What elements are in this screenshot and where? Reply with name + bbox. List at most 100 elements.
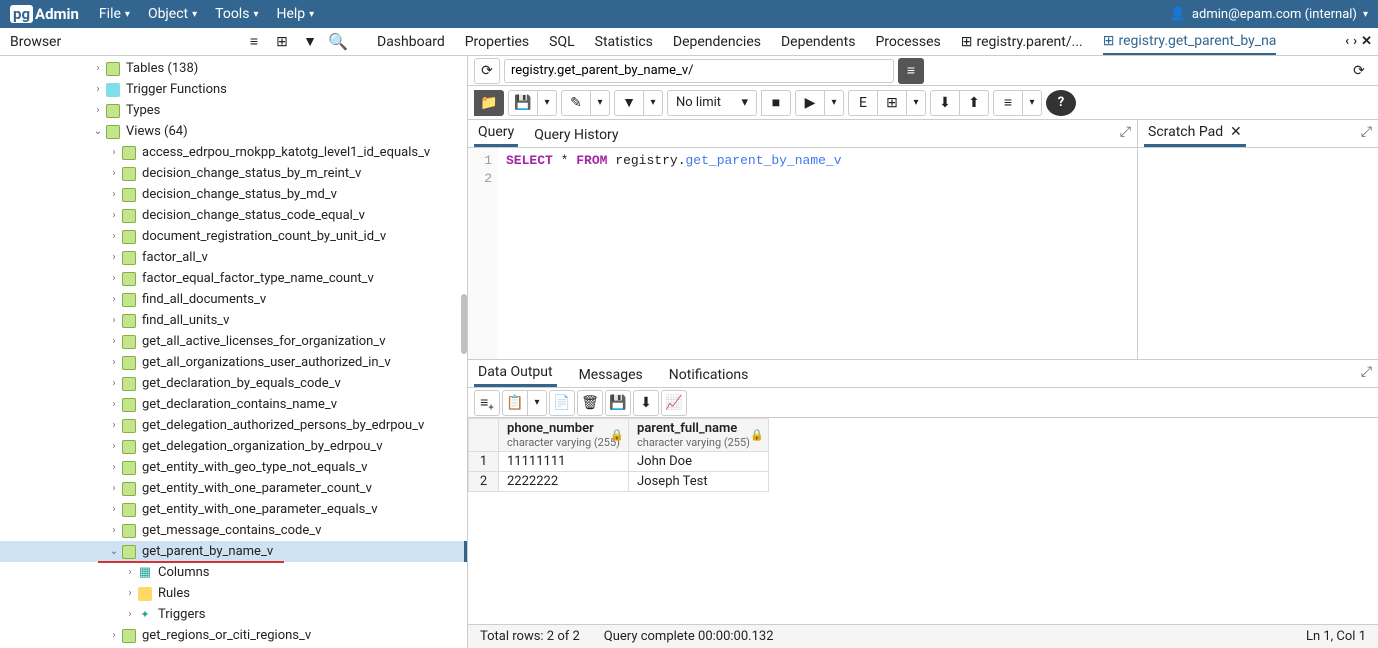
stop-icon[interactable]: ■ <box>761 90 791 116</box>
tree-columns[interactable]: ›▦Columns <box>0 562 467 583</box>
rollback-icon[interactable]: ⬆ <box>959 90 989 116</box>
collapse-icon[interactable]: ⌄ <box>92 126 104 137</box>
tab-registry-get-parent[interactable]: ⊞registry.get_parent_by_na <box>1103 28 1277 55</box>
row-number-cell[interactable]: 2 <box>469 472 499 492</box>
close-icon[interactable]: ✕ <box>1230 124 1242 140</box>
tree-view-item[interactable]: ›factor_all_v <box>0 247 467 268</box>
expand-icon[interactable]: › <box>108 525 120 536</box>
path-input[interactable] <box>504 59 894 83</box>
row-limit-select[interactable]: No limit▾ <box>667 90 757 116</box>
filter-dropdown[interactable]: ▾ <box>643 90 663 116</box>
expand-icon[interactable]: › <box>108 462 120 473</box>
expand-icon[interactable]: › <box>108 168 120 179</box>
tree-view-item[interactable]: ›get_entity_with_one_parameter_count_v <box>0 478 467 499</box>
cell[interactable]: 11111111 <box>499 452 629 472</box>
save-data-icon[interactable]: 💾 <box>605 390 631 416</box>
tab-dependencies[interactable]: Dependencies <box>673 28 761 55</box>
tab-close-icon[interactable]: ✕ <box>1361 34 1372 49</box>
tree-view-item[interactable]: ›get_entity_with_one_parameter_equals_v <box>0 499 467 520</box>
tree-view-item[interactable]: ›find_all_units_v <box>0 310 467 331</box>
scrollbar-thumb[interactable] <box>461 294 467 354</box>
cell[interactable]: 2222222 <box>499 472 629 492</box>
tree-tables[interactable]: ›Tables (138) <box>0 58 467 79</box>
tab-dependents[interactable]: Dependents <box>781 28 855 55</box>
data-output-tab[interactable]: Data Output <box>474 360 557 387</box>
menu-help[interactable]: Help▾ <box>276 6 314 22</box>
expand-icon[interactable]: › <box>108 231 120 242</box>
expand-icon[interactable]: › <box>108 441 120 452</box>
table-row[interactable]: 22222222Joseph Test <box>469 472 769 492</box>
add-row-icon[interactable]: ≡₊ <box>474 390 500 416</box>
maximize-icon[interactable]: ⤢ <box>1361 124 1372 140</box>
cell[interactable]: Joseph Test <box>629 472 769 492</box>
tab-properties[interactable]: Properties <box>465 28 529 55</box>
save-dropdown[interactable]: ▾ <box>537 90 557 116</box>
expand-icon[interactable]: › <box>108 378 120 389</box>
browser-tool-db-icon[interactable]: ≡ <box>241 30 267 54</box>
menu-file[interactable]: File▾ <box>99 6 130 22</box>
maximize-icon[interactable]: ⤢ <box>1361 364 1372 380</box>
tree-triggers[interactable]: ›✦Triggers <box>0 604 467 625</box>
browser-tool-filter-icon[interactable]: ▼ <box>297 30 323 54</box>
expand-icon[interactable]: › <box>108 420 120 431</box>
expand-icon[interactable]: › <box>124 609 136 620</box>
result-grid[interactable]: phone_numbercharacter varying (255)🔒 par… <box>468 418 1378 624</box>
expand-icon[interactable]: › <box>124 588 136 599</box>
tree-view-item[interactable]: ›get_declaration_contains_name_v <box>0 394 467 415</box>
tab-prev-icon[interactable]: ‹ <box>1345 34 1349 49</box>
expand-icon[interactable]: › <box>108 273 120 284</box>
tree-view-item[interactable]: ›get_declaration_by_equals_code_v <box>0 373 467 394</box>
commit-icon[interactable]: ⬇ <box>930 90 960 116</box>
tree-rules[interactable]: ›Rules <box>0 583 467 604</box>
tree-view-item[interactable]: ›decision_change_status_by_m_reint_v <box>0 163 467 184</box>
expand-icon[interactable]: › <box>108 504 120 515</box>
scratch-pad-area[interactable] <box>1138 148 1378 359</box>
graph-icon[interactable]: 📈 <box>661 390 687 416</box>
expand-icon[interactable]: › <box>92 63 104 74</box>
expand-icon[interactable]: › <box>108 483 120 494</box>
menu-tools[interactable]: Tools▾ <box>215 6 258 22</box>
tree-view-item[interactable]: ›get_delegation_authorized_persons_by_ed… <box>0 415 467 436</box>
expand-icon[interactable]: › <box>92 105 104 116</box>
sql-editor[interactable]: 1 2 SELECT * FROM registry.get_parent_by… <box>468 148 1137 359</box>
corner-cell[interactable] <box>469 419 499 452</box>
tree-view-item[interactable]: ›get_delegation_organization_by_edrpou_v <box>0 436 467 457</box>
tree-view-item[interactable]: ›get_message_contains_code_v <box>0 520 467 541</box>
execute-icon[interactable]: ▶ <box>795 90 825 116</box>
expand-icon[interactable]: › <box>108 252 120 263</box>
row-number-cell[interactable]: 1 <box>469 452 499 472</box>
macro-icon[interactable]: ≡ <box>993 90 1023 116</box>
paste-icon[interactable]: 📄 <box>549 390 575 416</box>
query-history-tab[interactable]: Query History <box>530 123 622 147</box>
help-icon[interactable]: ? <box>1046 90 1076 116</box>
tree-view-item[interactable]: ›factor_equal_factor_type_name_count_v <box>0 268 467 289</box>
tree-view-item[interactable]: ›get_all_organizations_user_authorized_i… <box>0 352 467 373</box>
object-tree[interactable]: ›Tables (138) ›Trigger Functions ›Types … <box>0 56 468 648</box>
menu-object[interactable]: Object▾ <box>148 6 197 22</box>
tree-view-item[interactable]: ›document_registration_count_by_unit_id_… <box>0 226 467 247</box>
tree-view-item[interactable]: ›access_edrpou_rnokpp_katotg_level1_id_e… <box>0 142 467 163</box>
tab-next-icon[interactable]: › <box>1353 34 1357 49</box>
notifications-tab[interactable]: Notifications <box>665 363 753 387</box>
edit-dropdown[interactable]: ▾ <box>590 90 610 116</box>
tree-view-item[interactable]: ›find_all_documents_v <box>0 289 467 310</box>
tree-views[interactable]: ⌄Views (64) <box>0 121 467 142</box>
tab-registry-parent[interactable]: ⊞registry.parent/... <box>961 28 1083 55</box>
connection-status-icon[interactable]: ⟳ <box>474 58 500 84</box>
expand-icon[interactable]: › <box>108 315 120 326</box>
refresh-icon[interactable]: ⟳ <box>1346 58 1372 84</box>
open-file-icon[interactable]: 📁 <box>474 90 504 116</box>
expand-icon[interactable]: › <box>108 357 120 368</box>
expand-icon[interactable]: › <box>92 84 104 95</box>
expand-icon[interactable]: › <box>108 399 120 410</box>
expand-icon[interactable]: › <box>124 567 136 578</box>
expand-icon[interactable]: › <box>108 189 120 200</box>
cell[interactable]: John Doe <box>629 452 769 472</box>
expand-icon[interactable]: › <box>108 630 120 641</box>
tree-view-item[interactable]: ›decision_change_status_code_equal_v <box>0 205 467 226</box>
maximize-icon[interactable]: ⤢ <box>1120 124 1131 140</box>
tab-processes[interactable]: Processes <box>875 28 940 55</box>
tree-view-item[interactable]: ›get_regions_or_citi_regions_v <box>0 625 467 646</box>
delete-icon[interactable]: 🗑 <box>577 390 603 416</box>
expand-icon[interactable]: › <box>108 336 120 347</box>
